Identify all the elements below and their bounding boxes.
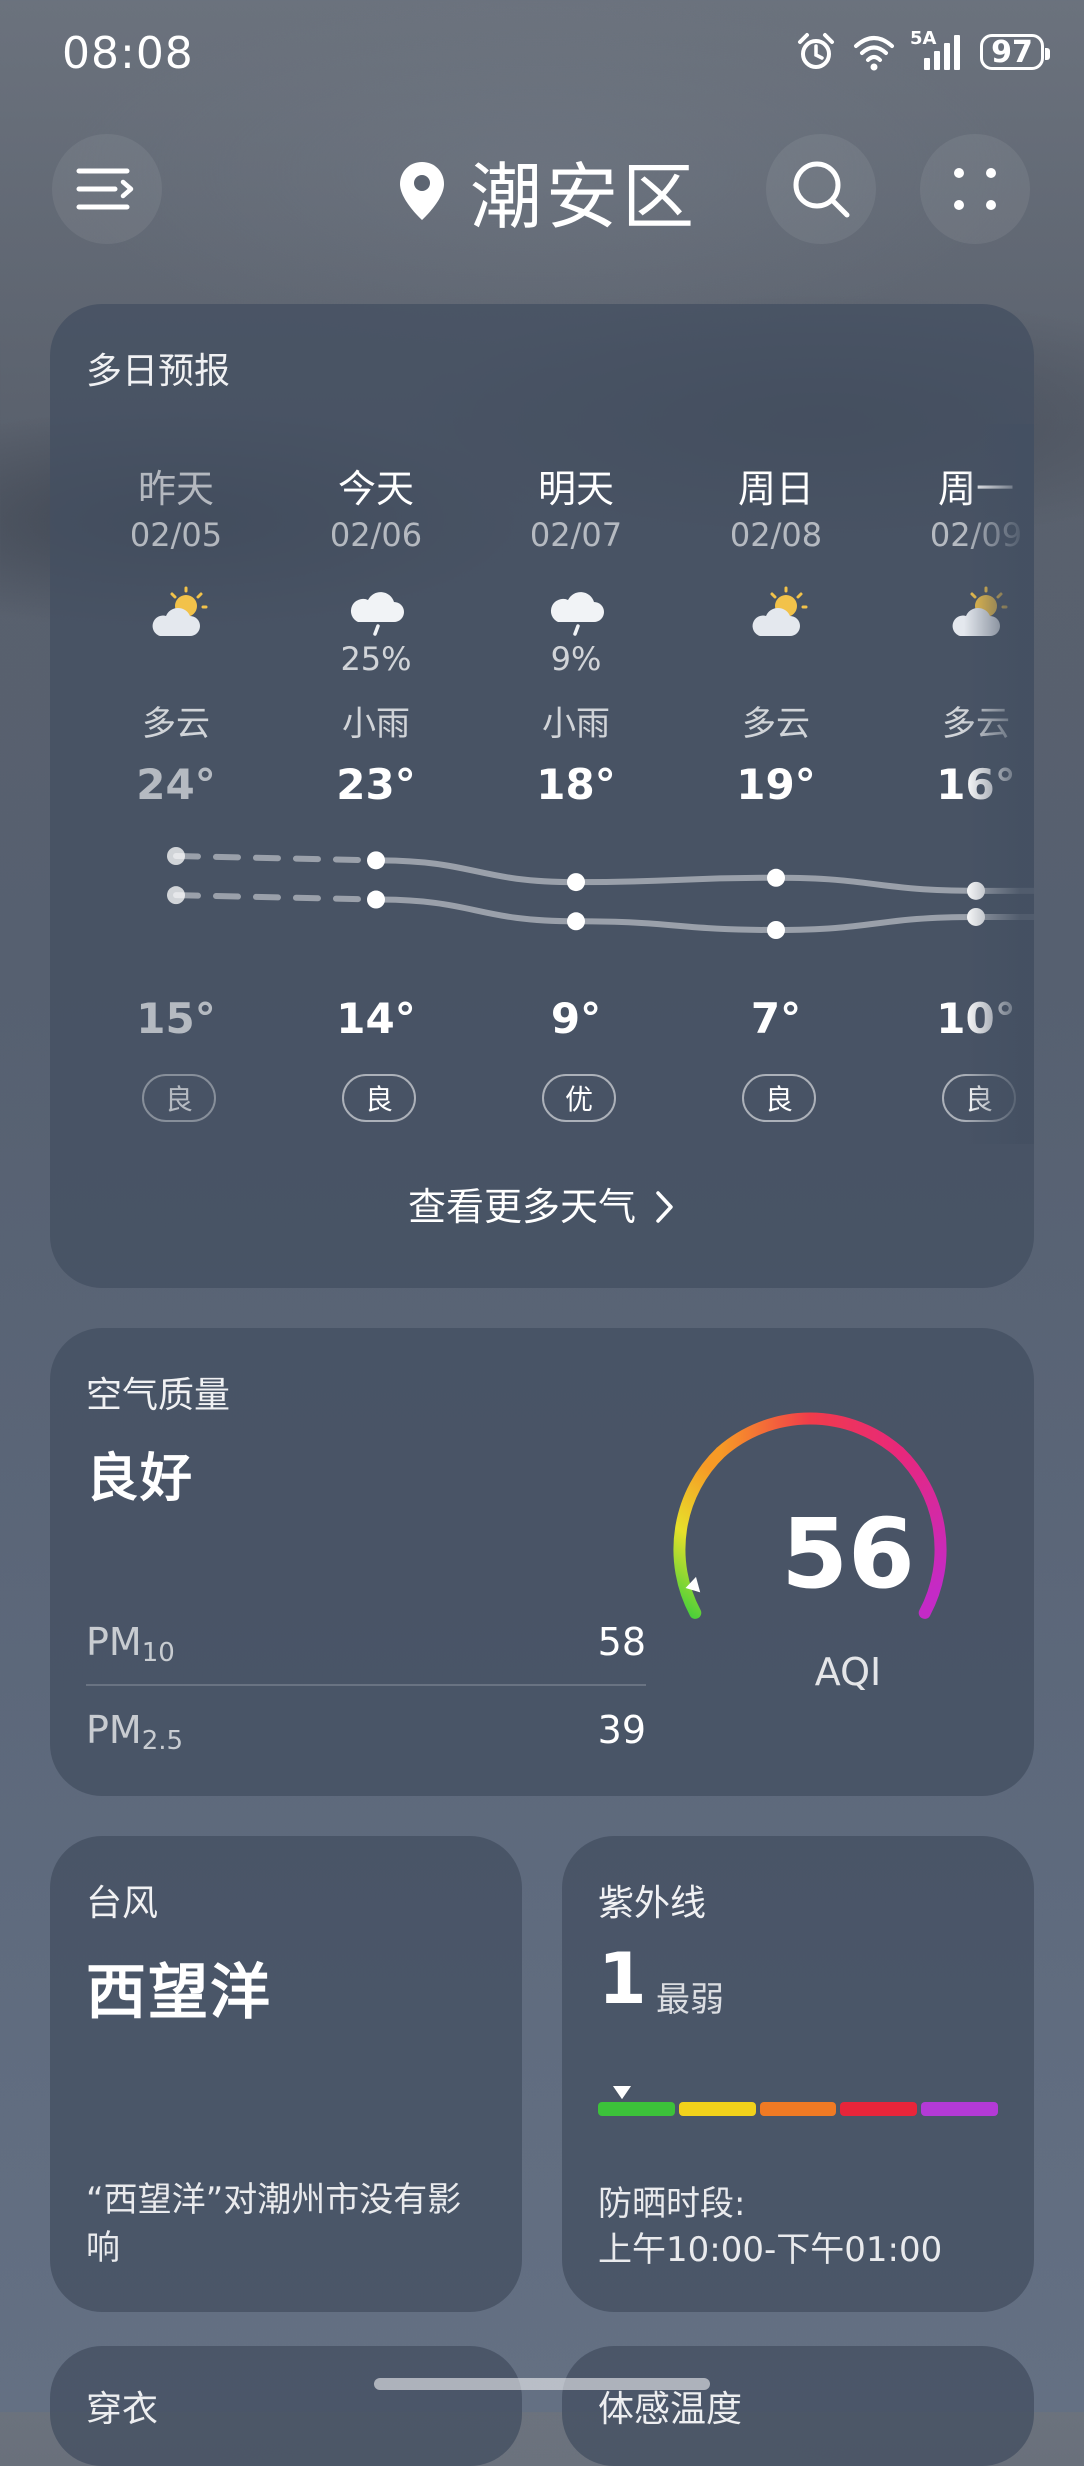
pm25-row: PM2.5 39 xyxy=(86,1708,646,1768)
precip-chance: 9% xyxy=(550,640,602,678)
day-date: 02/05 xyxy=(129,516,223,554)
location-pin-icon xyxy=(400,161,444,220)
alarm-icon xyxy=(798,33,834,69)
cellular-signal: 5A xyxy=(910,28,966,74)
menu-button[interactable] xyxy=(52,134,162,244)
multi-day-forecast-card[interactable]: 多日预报 昨天 02/05 多云 24° 15° 良今天 02/06 25% 小雨 23° 14° 良… xyxy=(50,304,1034,1288)
typhoon-name: 西望洋 xyxy=(86,1958,272,2028)
pm-divider xyxy=(86,1684,646,1686)
partly-cloudy-icon xyxy=(146,586,210,642)
day-aqi-badge: 良 xyxy=(142,1074,216,1122)
uv-title: 紫外线 xyxy=(598,1883,707,1924)
status-icons: 5A 97 xyxy=(794,28,1050,74)
day-date: 02/08 xyxy=(729,516,823,554)
day-low-temp: 14° xyxy=(336,994,416,1043)
air-quality-card[interactable]: 空气质量 良好 PM10 58 PM2.5 39 56 AQI xyxy=(50,1328,1034,1796)
day-date: 02/07 xyxy=(529,516,623,554)
uv-scale-segment xyxy=(598,2102,675,2116)
day-name: 今天 xyxy=(337,467,414,511)
aqi-value: 56 xyxy=(781,1498,915,1610)
uv-scale-segment xyxy=(678,2102,756,2116)
uv-scale-segment xyxy=(921,2102,998,2116)
location-name: 潮安区 xyxy=(470,155,699,239)
more-options-button[interactable] xyxy=(920,134,1030,244)
day-condition: 小雨 xyxy=(542,704,610,744)
forecast-day-2[interactable]: 明天 02/07 9% 小雨 18° 9° 优 xyxy=(476,304,676,1144)
forecast-day-3[interactable]: 周日 02/08 多云 19° 7° 良 xyxy=(676,304,876,1144)
air-quality-title: 空气质量 xyxy=(86,1375,231,1416)
uv-scale-segment xyxy=(840,2102,918,2116)
home-indicator[interactable] xyxy=(374,2378,710,2390)
menu-icon xyxy=(76,168,134,210)
clothing-title: 穿衣 xyxy=(86,2389,159,2430)
day-name: 昨天 xyxy=(137,467,214,511)
more-dots-icon xyxy=(954,168,996,210)
day-low-temp: 9° xyxy=(550,994,602,1043)
day-high-temp: 23° xyxy=(336,760,416,809)
day-high-temp: 24° xyxy=(136,760,216,809)
sunscreen-label: 防晒时段: xyxy=(598,2184,746,2224)
typhoon-title: 台风 xyxy=(86,1883,159,1924)
location-title[interactable]: 潮安区 xyxy=(398,138,698,243)
day-aqi-badge: 良 xyxy=(342,1074,416,1122)
pm25-label: PM2.5 xyxy=(86,1708,184,1756)
pm25-value: 39 xyxy=(597,1708,646,1752)
pm10-row: PM10 58 xyxy=(86,1620,646,1680)
sunscreen-time: 上午10:00-下午01:00 xyxy=(598,2230,943,2270)
day-name: 周日 xyxy=(737,467,814,511)
signal-bars-icon xyxy=(924,35,960,70)
aqi-unit: AQI xyxy=(814,1650,882,1694)
light-rain-icon xyxy=(546,586,610,642)
day-condition: 小雨 xyxy=(342,704,410,744)
typhoon-description: “西望洋”对潮州市没有影响 xyxy=(86,2180,462,2268)
clothing-card[interactable]: 穿衣 xyxy=(50,2346,522,2466)
day-condition: 多云 xyxy=(142,704,210,744)
partly-cloudy-icon xyxy=(746,586,810,642)
more-weather-label: 查看更多天气 xyxy=(407,1185,636,1229)
day-name: 明天 xyxy=(537,467,614,511)
search-button[interactable] xyxy=(766,134,876,244)
pm10-value: 58 xyxy=(597,1620,646,1664)
battery-indicator: 97 xyxy=(980,34,1050,70)
uv-card[interactable]: 紫外线 1 最弱 防晒时段: 上午10:00-下午01:00 xyxy=(562,1836,1034,2312)
uv-scale-segment xyxy=(759,2102,837,2116)
forecast-day-1[interactable]: 今天 02/06 25% 小雨 23° 14° 良 xyxy=(276,304,476,1144)
air-quality-status: 良好 xyxy=(86,1449,195,1509)
day-high-temp: 19° xyxy=(736,760,816,809)
scroll-fade xyxy=(964,424,1034,1144)
light-rain-icon xyxy=(346,586,410,642)
uv-marker-icon xyxy=(610,2084,634,2102)
precip-chance: 25% xyxy=(340,640,412,678)
day-aqi-badge: 良 xyxy=(742,1074,816,1122)
day-aqi-badge: 优 xyxy=(542,1074,616,1122)
aqi-arc-moderate xyxy=(715,1412,905,1458)
uv-scale-bar xyxy=(598,2102,998,2116)
feels-like-card[interactable]: 体感温度 xyxy=(562,2346,1034,2466)
day-low-temp: 15° xyxy=(136,994,216,1043)
pm10-label: PM10 xyxy=(86,1620,175,1668)
day-low-temp: 7° xyxy=(750,994,802,1043)
day-date: 02/06 xyxy=(329,516,423,554)
search-icon xyxy=(793,161,850,218)
day-high-temp: 18° xyxy=(536,760,616,809)
uv-level: 最弱 xyxy=(656,1980,724,2020)
uv-index: 1 xyxy=(598,1938,647,2020)
typhoon-card[interactable]: 台风 西望洋 “西望洋”对潮州市没有影响 xyxy=(50,1836,522,2312)
status-time: 08:08 xyxy=(62,28,194,79)
more-weather-link[interactable]: 查看更多天气 xyxy=(50,1176,1034,1231)
chevron-right-icon xyxy=(656,1191,673,1223)
day-condition: 多云 xyxy=(742,704,810,744)
forecast-day-0[interactable]: 昨天 02/05 多云 24° 15° 良 xyxy=(76,304,276,1144)
wifi-icon xyxy=(854,36,894,71)
